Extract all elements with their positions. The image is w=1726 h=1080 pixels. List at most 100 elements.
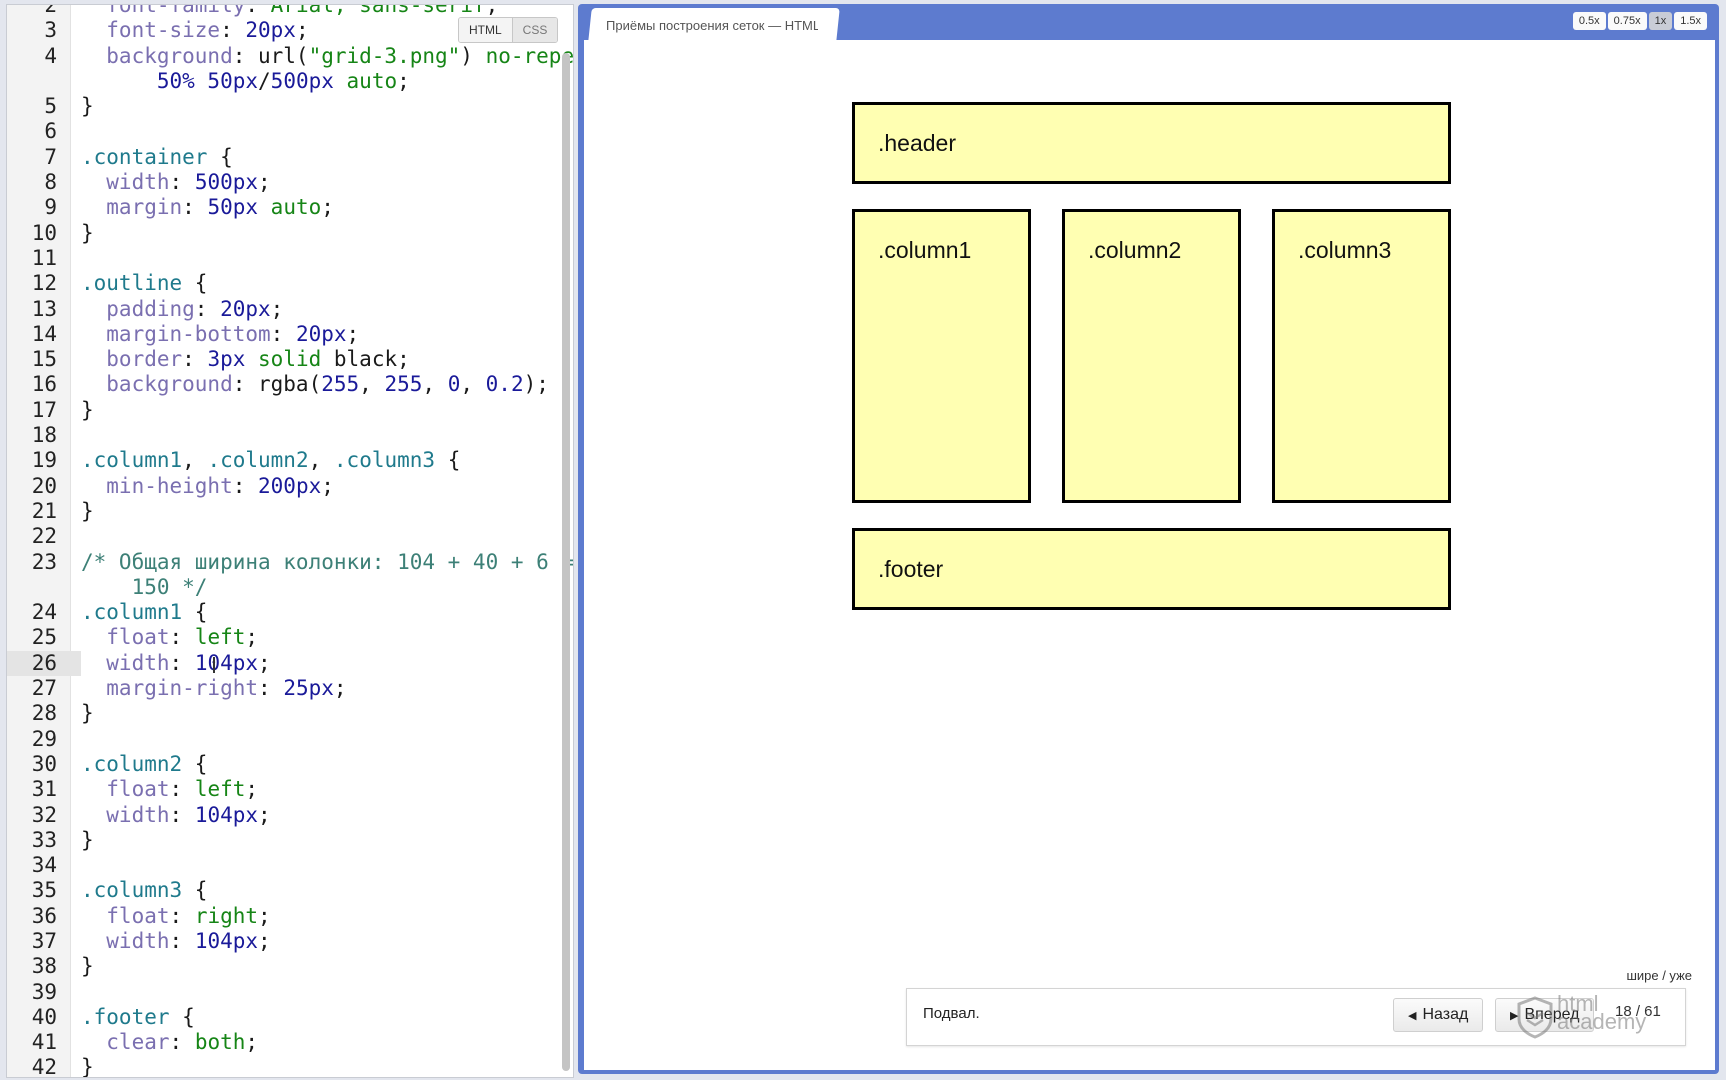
code-line[interactable]: 37 width: 104px; — [7, 929, 567, 954]
code-line[interactable]: 23 /* Общая ширина колонки: 104 + 40 + 6 … — [7, 550, 573, 575]
code-line[interactable]: 41 clear: both; — [7, 1030, 567, 1055]
code-line[interactable]: 20 min-height: 200px; — [7, 474, 567, 499]
line-number: 28 — [31, 701, 57, 726]
code-line[interactable]: 10} — [7, 221, 567, 246]
code-line[interactable]: 36 float: right; — [7, 904, 567, 929]
code-line-text[interactable]: .footer { — [81, 1005, 567, 1030]
code-line[interactable]: 24 .column1 { — [7, 600, 567, 625]
editor-scrollbar[interactable] — [562, 53, 570, 1071]
code-line-text[interactable]: .container { — [81, 145, 567, 170]
line-number: 7 — [44, 144, 57, 169]
code-line[interactable]: 25 float: left; — [7, 625, 567, 650]
code-line[interactable]: 22 — [7, 524, 567, 549]
code-line[interactable]: 11 — [7, 246, 567, 271]
code-line[interactable]: 15 border: 3px solid black; — [7, 347, 567, 372]
code-line[interactable]: 19 .column1, .column2, .column3 { — [7, 448, 567, 473]
tab-css[interactable]: CSS — [511, 18, 558, 42]
code-line[interactable]: 29 — [7, 727, 567, 752]
code-line-text[interactable] — [81, 980, 567, 1005]
code-token: Arial, sans-serif — [270, 4, 486, 17]
zoom-0-75x-button[interactable]: 0.75x — [1607, 12, 1647, 30]
code-line[interactable]: 28} — [7, 701, 567, 726]
zoom-0-5x-button[interactable]: 0.5x — [1572, 12, 1606, 30]
code-line-text[interactable]: } — [81, 221, 567, 246]
code-line[interactable]: 21} — [7, 499, 567, 524]
editor-mode-tabs[interactable]: HTML CSS — [458, 17, 559, 43]
code-line[interactable]: 14 margin-bottom: 20px; — [7, 322, 567, 347]
width-toggle-link[interactable]: шире / уже — [1626, 968, 1692, 983]
code-token: : — [245, 4, 271, 17]
code-line-text[interactable] — [81, 423, 567, 448]
back-button[interactable]: ◀ Назад — [1393, 998, 1484, 1032]
code-line[interactable]: 8 width: 500px; — [7, 170, 567, 195]
code-line-text[interactable]: clear: both; — [81, 1030, 567, 1055]
code-line-text[interactable]: min-height: 200px; — [81, 474, 567, 499]
code-line[interactable]: 26 width: 104px; — [7, 650, 567, 677]
zoom-1x-button[interactable]: 1x — [1648, 12, 1673, 30]
code-line[interactable]: 5} — [7, 94, 567, 119]
code-line[interactable]: 16 background: rgba(255, 255, 0, 0.2); — [7, 372, 567, 397]
code-line[interactable]: 12 .outline { — [7, 271, 567, 296]
zoom-1-5x-button[interactable]: 1.5x — [1674, 12, 1707, 30]
code-line-text[interactable]: float: left; — [81, 777, 567, 802]
code-line-text[interactable]: 50% 50px/500px auto; — [81, 69, 567, 94]
code-line[interactable]: 17} — [7, 398, 567, 423]
code-line-text[interactable]: } — [81, 701, 567, 726]
code-line[interactable]: 9 margin: 50px auto; — [7, 195, 567, 220]
code-line-text[interactable]: .column3 { — [81, 878, 567, 903]
code-line[interactable]: 31 float: left; — [7, 777, 567, 802]
code-area[interactable]: 2 font-family: Arial, sans-serif; 3 font-… — [7, 4, 573, 1077]
tab-html[interactable]: HTML — [459, 18, 512, 42]
code-line-text[interactable]: } — [81, 499, 567, 524]
code-line[interactable]: 35 .column3 { — [7, 878, 567, 903]
code-line-text[interactable]: .outline { — [81, 271, 567, 296]
code-line[interactable]: 34 — [7, 853, 567, 878]
code-line-text[interactable]: .column2 { — [81, 752, 567, 777]
demo-footer-block: .footer — [852, 528, 1451, 610]
code-line-text[interactable]: width: 104px; — [81, 650, 567, 677]
code-line-text[interactable]: } — [81, 398, 567, 423]
code-line[interactable]: 7 .container { — [7, 145, 567, 170]
code-line-text[interactable]: /* Общая ширина колонки: 104 + 40 + 6 = — [81, 550, 573, 575]
code-line-text[interactable] — [81, 246, 567, 271]
code-line-text[interactable]: width: 500px; — [81, 170, 567, 195]
code-line[interactable]: 13 padding: 20px; — [7, 297, 567, 322]
code-line-text[interactable] — [81, 119, 567, 144]
code-line-text[interactable] — [81, 727, 567, 752]
code-line[interactable]: 6 — [7, 119, 567, 144]
code-token: , — [422, 372, 448, 397]
code-line[interactable]: 33} — [7, 828, 567, 853]
code-line[interactable]: 32 width: 104px; — [7, 803, 567, 828]
code-line-text[interactable]: } — [81, 954, 567, 979]
code-line-text[interactable] — [81, 853, 567, 878]
code-line-text[interactable]: .column1 { — [81, 600, 567, 625]
code-line[interactable]: 30 .column2 { — [7, 752, 567, 777]
code-line[interactable]: 39 — [7, 980, 567, 1005]
code-line[interactable]: 40 .footer { — [7, 1005, 567, 1030]
code-line-text[interactable]: } — [81, 94, 567, 119]
code-line[interactable]: 42} — [7, 1055, 567, 1077]
code-line-text[interactable]: float: right; — [81, 904, 567, 929]
code-line[interactable]: 18 — [7, 423, 567, 448]
code-editor[interactable]: 2 font-family: Arial, sans-serif; 3 font-… — [6, 4, 574, 1078]
code-line[interactable]: 27 margin-right: 25px; — [7, 676, 567, 701]
code-line-text[interactable]: margin: 50px auto; — [81, 195, 567, 220]
code-line[interactable]: 38} — [7, 954, 567, 979]
code-line-text[interactable]: .column1, .column2, .column3 { — [81, 448, 567, 473]
code-line-text[interactable]: margin-right: 25px; — [81, 676, 567, 701]
code-line-text[interactable]: } — [81, 828, 567, 853]
code-line-text[interactable] — [81, 524, 567, 549]
code-line-text[interactable]: border: 3px solid black; — [81, 347, 567, 372]
code-line-text[interactable]: margin-bottom: 20px; — [81, 322, 567, 347]
code-line-text[interactable]: } — [81, 1055, 567, 1077]
code-line-text[interactable]: background: rgba(255, 255, 0, 0.2); — [81, 372, 567, 397]
code-line-text[interactable]: padding: 20px; — [81, 297, 567, 322]
code-line-text[interactable]: 150 */ — [81, 575, 567, 600]
code-line-text[interactable]: width: 104px; — [81, 803, 567, 828]
code-line[interactable]: 150 */ — [7, 575, 567, 600]
code-line-text[interactable]: float: left; — [81, 625, 567, 650]
code-line[interactable]: 50% 50px/500px auto; — [7, 69, 567, 94]
code-line-text[interactable]: width: 104px; — [81, 929, 567, 954]
code-line-text[interactable]: background: url("grid-3.png") no-repeat — [81, 44, 573, 69]
code-line[interactable]: 4 background: url("grid-3.png") no-repea… — [7, 44, 573, 69]
